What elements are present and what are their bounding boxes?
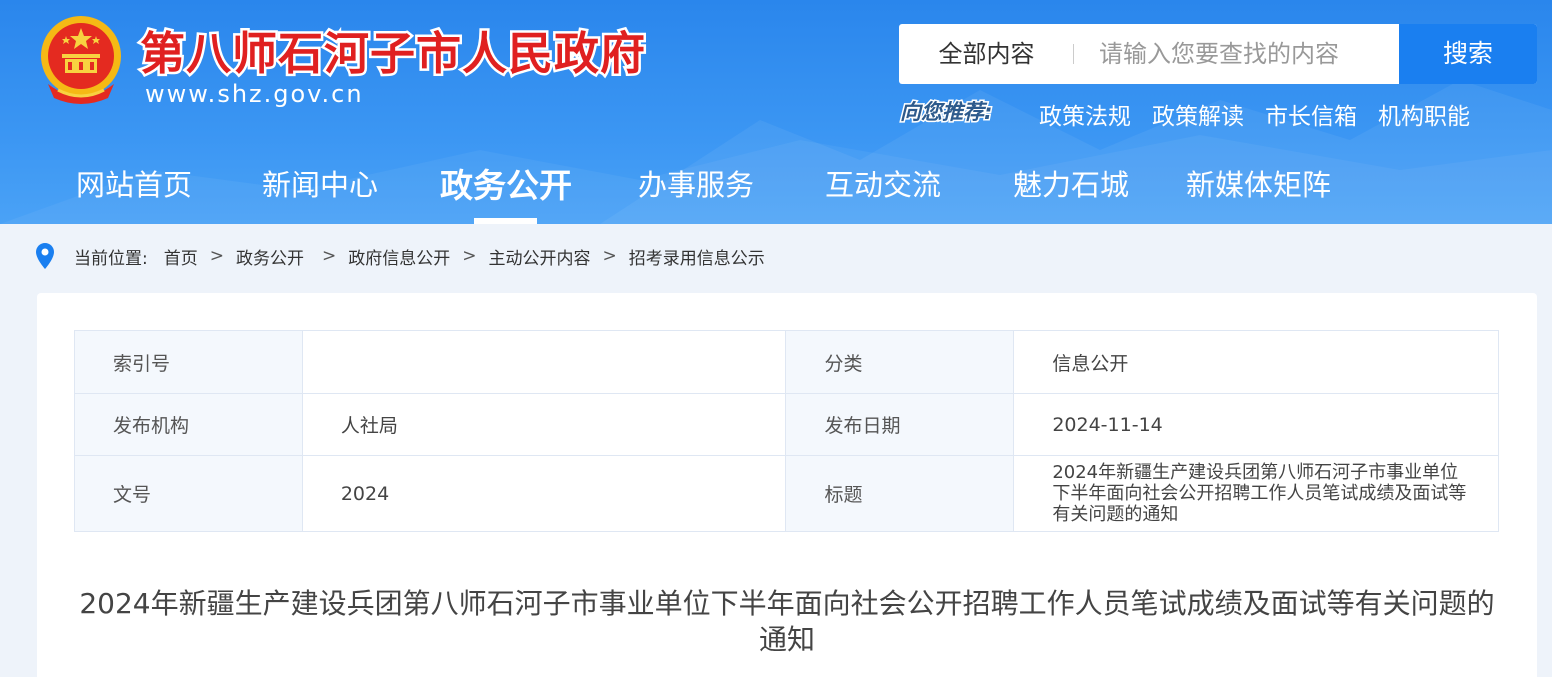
category-value: 信息公开 [1013, 330, 1499, 394]
index-value [301, 330, 787, 394]
breadcrumb-separator: > [321, 246, 337, 266]
search-divider [1073, 44, 1074, 64]
search-bar: 全部内容 搜索 [899, 24, 1537, 84]
location-pin-icon [36, 243, 54, 269]
publisher-label: 发布机构 [74, 393, 303, 456]
breadcrumb-item-government-affairs[interactable]: 政务公开 [236, 244, 304, 269]
date-value: 2024-11-14 [1013, 393, 1499, 456]
site-title: 第八师石河子市人民政府 [137, 25, 647, 83]
breadcrumb-item-recruitment[interactable]: 招考录用信息公示 [629, 244, 765, 269]
recommend-label: 向您推荐: [898, 99, 993, 126]
index-label: 索引号 [74, 330, 303, 394]
recommend-links: 政策法规 政策解读 市长信箱 机构职能 [1039, 97, 1470, 131]
nav-active-indicator [474, 218, 537, 224]
breadcrumb-item-info-disclosure[interactable]: 政府信息公开 [348, 244, 450, 269]
nav-item-new-media[interactable]: 新媒体矩阵 [1186, 162, 1331, 204]
search-input[interactable] [1099, 36, 1389, 72]
site-url: www.shz.gov.cn [145, 80, 364, 108]
nav-item-interaction[interactable]: 互动交流 [825, 162, 941, 204]
publisher-value: 人社局 [301, 393, 787, 456]
nav-item-services[interactable]: 办事服务 [638, 162, 754, 204]
breadcrumb-separator: > [462, 246, 477, 266]
nav-item-city-charm[interactable]: 魅力石城 [1013, 162, 1129, 204]
breadcrumb-item-active-disclosure[interactable]: 主动公开内容 [488, 244, 590, 269]
recommend-link-policy[interactable]: 政策法规 [1039, 97, 1131, 131]
recommend-link-functions[interactable]: 机构职能 [1378, 97, 1470, 131]
national-emblem-icon [41, 16, 121, 104]
table-row: 索引号 分类 信息公开 [74, 330, 1499, 394]
date-label: 发布日期 [785, 393, 1015, 456]
site-header: 第八师石河子市人民政府 www.shz.gov.cn 全部内容 搜索 向您推荐:… [0, 0, 1552, 224]
nav-item-home[interactable]: 网站首页 [76, 162, 192, 204]
metadata-table: 索引号 分类 信息公开 发布机构 人社局 发布日期 2024-11-14 文号 … [74, 330, 1499, 532]
nav-item-news[interactable]: 新闻中心 [262, 162, 378, 204]
breadcrumb: 当前位置: 首页 > 政务公开 > 政府信息公开 > 主动公开内容 > 招考录用… [36, 241, 777, 271]
breadcrumb-label: 当前位置: [74, 248, 148, 269]
breadcrumb-separator: > [602, 246, 617, 266]
content-card: 索引号 分类 信息公开 发布机构 人社局 发布日期 2024-11-14 文号 … [37, 293, 1537, 677]
main-nav: 网站首页 新闻中心 政务公开 办事服务 互动交流 魅力石城 新媒体矩阵 [0, 150, 1552, 224]
search-scope-select[interactable]: 全部内容 [899, 24, 1074, 84]
search-button[interactable]: 搜索 [1399, 24, 1537, 84]
title-value: 2024年新疆生产建设兵团第八师石河子市事业单位下半年面向社会公开招聘工作人员笔… [1013, 455, 1499, 532]
category-label: 分类 [785, 330, 1015, 394]
title-label: 标题 [785, 455, 1015, 532]
recommend-link-interpretation[interactable]: 政策解读 [1152, 97, 1244, 131]
nav-item-government-affairs[interactable]: 政务公开 [440, 159, 572, 207]
table-row: 文号 2024 标题 2024年新疆生产建设兵团第八师石河子市事业单位下半年面向… [74, 455, 1499, 532]
recommend-link-mayor-mailbox[interactable]: 市长信箱 [1265, 97, 1357, 131]
docno-value: 2024 [301, 455, 787, 532]
breadcrumb-item-home[interactable]: 首页 [164, 244, 198, 269]
table-row: 发布机构 人社局 发布日期 2024-11-14 [74, 393, 1499, 456]
breadcrumb-separator: > [209, 246, 224, 266]
article-title: 2024年新疆生产建设兵团第八师石河子市事业单位下半年面向社会公开招聘工作人员笔… [79, 587, 1495, 656]
docno-label: 文号 [74, 455, 303, 532]
